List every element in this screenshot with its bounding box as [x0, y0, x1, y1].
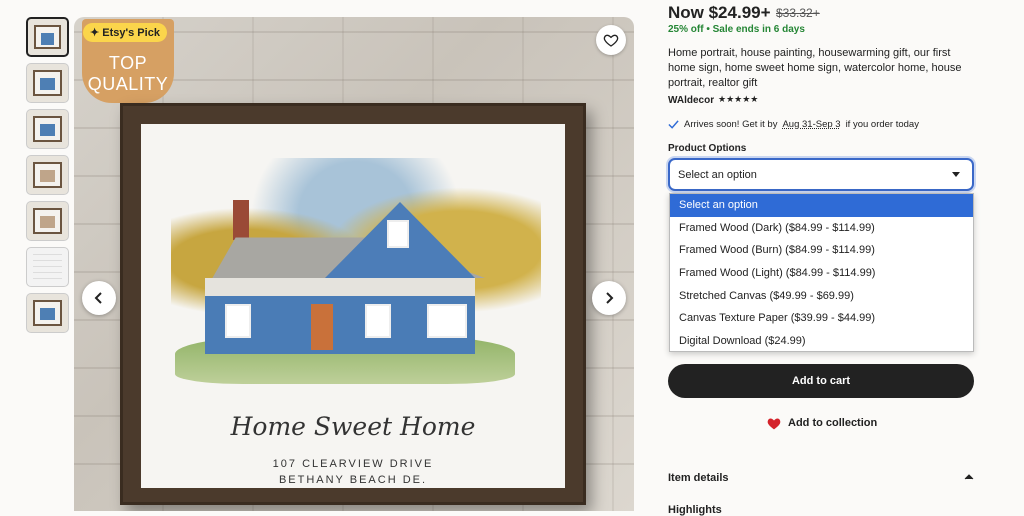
caption-address: 107 CLEARVIEW DRIVE	[272, 458, 434, 470]
rating-stars: ★★★★★	[718, 94, 759, 104]
main-product-image: TOP QUALITY ✦ Etsy's Pick Home Sweet Hom…	[74, 17, 634, 511]
options-dropdown: Select an option Framed Wood (Dark) ($84…	[669, 193, 974, 352]
previous-image-button[interactable]	[82, 281, 116, 315]
discount-text: 25% off	[668, 24, 704, 35]
next-image-button[interactable]	[592, 281, 626, 315]
picture-frame: Home Sweet Home 107 CLEARVIEW DRIVE BETH…	[120, 103, 586, 505]
thumbnail-6[interactable]	[26, 247, 69, 287]
select-value: Select an option	[678, 169, 757, 181]
option-item[interactable]: Framed Wood (Dark) ($84.99 - $114.99)	[670, 217, 973, 240]
favorite-button[interactable]	[596, 25, 626, 55]
caption-city: BETHANY BEACH DE.	[278, 474, 428, 486]
option-item[interactable]: Canvas Texture Paper ($39.99 - $44.99)	[670, 307, 973, 330]
checkmark-icon	[668, 120, 679, 129]
product-options-label: Product Options	[668, 143, 747, 154]
add-to-cart-button[interactable]: Add to cart	[668, 364, 974, 398]
thumbnail-2[interactable]	[26, 63, 69, 103]
thumbnail-5[interactable]	[26, 201, 69, 241]
thumbnail-4[interactable]	[26, 155, 69, 195]
arrives-prefix: Arrives soon! Get it by	[684, 119, 778, 130]
caption-title: Home Sweet Home	[230, 412, 476, 441]
thumbnail-3[interactable]	[26, 109, 69, 149]
add-to-collection-button[interactable]: Add to collection	[766, 416, 877, 430]
current-price: Now $24.99+	[668, 3, 771, 22]
option-item[interactable]: Digital Download ($24.99)	[670, 330, 973, 353]
product-options-select[interactable]: Select an option	[668, 158, 974, 191]
house-illustration	[195, 200, 485, 354]
product-title: Home portrait, house painting, housewarm…	[668, 47, 962, 89]
delivery-estimate: Arrives soon! Get it by Aug 31-Sep 3 if …	[668, 119, 919, 130]
item-details-toggle[interactable]: Item details	[668, 472, 974, 484]
etsys-pick-badge: ✦ Etsy's Pick	[83, 23, 167, 42]
watercolor-print: Home Sweet Home 107 CLEARVIEW DRIVE BETH…	[141, 124, 565, 488]
heart-outline-icon	[603, 34, 619, 47]
sale-ends-text: Sale ends in 6 days	[712, 24, 805, 35]
caret-down-icon	[952, 172, 960, 177]
shop-name-link[interactable]: WAldecor	[668, 95, 714, 106]
arrives-dates[interactable]: Aug 31-Sep 3	[782, 119, 840, 130]
thumbnail-list	[26, 17, 70, 339]
chevron-left-icon	[94, 292, 102, 304]
thumbnail-1[interactable]	[26, 17, 69, 57]
option-item[interactable]: Framed Wood (Burn) ($84.99 - $114.99)	[670, 239, 973, 262]
chevron-right-icon	[606, 292, 614, 304]
sale-info: 25% off • Sale ends in 6 days	[668, 24, 805, 35]
thumbnail-7[interactable]	[26, 293, 69, 333]
option-item[interactable]: Stretched Canvas ($49.99 - $69.99)	[670, 285, 973, 308]
highlights-heading: Highlights	[668, 504, 722, 516]
chevron-up-icon	[964, 474, 974, 480]
heart-filled-icon	[767, 418, 781, 430]
item-details-heading: Item details	[668, 472, 729, 484]
arrives-suffix: if you order today	[845, 119, 919, 130]
original-price: $33.32+	[776, 6, 820, 20]
etsys-pick-label: Etsy's Pick	[102, 27, 160, 39]
option-item[interactable]: Select an option	[670, 194, 973, 217]
option-item[interactable]: Framed Wood (Light) ($84.99 - $114.99)	[670, 262, 973, 285]
add-to-collection-label: Add to collection	[788, 417, 878, 429]
